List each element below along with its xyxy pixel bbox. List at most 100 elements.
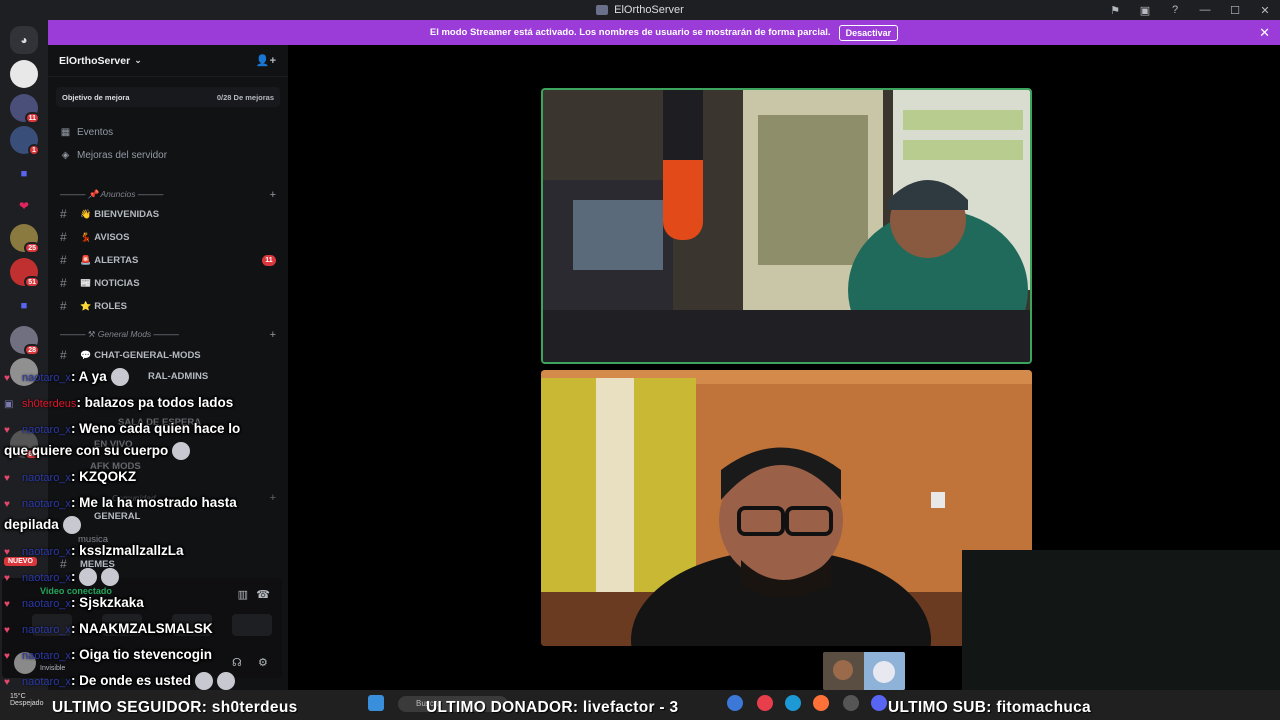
heart-icon: ♥ xyxy=(4,651,10,662)
folder-icon[interactable]: ■ xyxy=(10,160,38,188)
server-icon xyxy=(596,5,609,15)
channel-label: ROLES xyxy=(94,300,127,312)
category-anuncios[interactable]: ——— 📌 Anuncios ——— + xyxy=(60,189,276,201)
boost-goal[interactable]: Objetivo de mejora 0/28 De mejoras xyxy=(56,87,280,107)
invite-icon[interactable]: 👤+ xyxy=(256,54,276,67)
emote-icon xyxy=(101,568,120,587)
chat-username: naotaro_x xyxy=(22,676,71,688)
channel-label: BIENVENIDAS xyxy=(94,208,160,220)
maximize-button[interactable]: ☐ xyxy=(1220,0,1250,20)
channel-roles[interactable]: # ⭐ ROLES xyxy=(60,299,276,313)
chat-text: depilada xyxy=(4,517,59,532)
video-tile[interactable] xyxy=(541,370,1032,646)
channel-avisos[interactable]: # 💃 AVISOS xyxy=(60,230,276,244)
server-avatar[interactable]: 51 xyxy=(10,258,40,288)
channel-bienvenidas[interactable]: # 👋 BIENVENIDAS xyxy=(60,207,276,221)
chat-text: que quiere con su cuerpo xyxy=(4,443,169,458)
add-channel-icon[interactable]: + xyxy=(270,329,276,341)
self-view-thumbnail[interactable] xyxy=(823,652,905,690)
hash-icon: # xyxy=(60,207,67,221)
chat-text: : balazos pa todos lados xyxy=(76,395,234,410)
heart-icon: ♥ xyxy=(4,373,10,384)
chevron-down-icon: ⌄ xyxy=(134,55,142,65)
close-icon[interactable]: ✕ xyxy=(1259,25,1270,41)
server-avatar[interactable]: 1 xyxy=(10,126,40,156)
help-icon[interactable]: ? xyxy=(1160,0,1190,20)
channel-alertas[interactable]: # 🚨 ALERTAS 11 xyxy=(60,253,276,267)
discord-icon[interactable] xyxy=(871,695,887,711)
emote-icon xyxy=(194,672,213,691)
screen-icon[interactable]: ▣ xyxy=(1130,0,1160,20)
chat-username: sh0terdeus xyxy=(22,398,77,410)
firefox-icon[interactable] xyxy=(813,695,829,711)
server-header[interactable]: ElOrthoServer ⌄ 👤+ xyxy=(48,45,288,77)
category-general-mods[interactable]: ——— ⚒ General Mods ——— + xyxy=(60,329,276,341)
calendar-icon: ▦ xyxy=(60,127,71,138)
heart-icon[interactable]: ❤ xyxy=(10,192,38,220)
opera-icon[interactable] xyxy=(757,695,773,711)
chat-message: ♥ naotaro_x: Weno cada quien hace lo xyxy=(4,418,290,442)
obs-icon[interactable] xyxy=(843,695,859,711)
webcam-feed-2 xyxy=(541,370,1032,646)
windows-start-icon[interactable] xyxy=(368,695,384,711)
deactivate-button[interactable]: Desactivar xyxy=(838,24,899,41)
emote-icon xyxy=(79,568,98,587)
chat-text: : Weno cada quien hace lo xyxy=(70,421,241,436)
chat-message: ♥ naotaro_x: NAAKMZALSMALSK xyxy=(4,618,290,642)
channel-emoji: 💃 xyxy=(80,231,92,242)
add-channel-icon[interactable]: + xyxy=(270,189,276,201)
heart-icon: ♥ xyxy=(4,499,10,510)
hash-icon: # xyxy=(60,276,67,290)
unread-badge: 11 xyxy=(24,112,40,124)
chat-text: : KZQOKZ xyxy=(70,469,137,484)
channel-label: AVISOS xyxy=(94,231,130,243)
emote-icon xyxy=(110,368,129,387)
chat-message: ♥ naotaro_x: Me la ha mostrado hasta xyxy=(4,492,290,516)
channel-label: NOTICIAS xyxy=(94,277,140,289)
chat-message: ♥ naotaro_x: Oiga tio stevencogin xyxy=(4,644,290,668)
edge-icon[interactable] xyxy=(785,695,801,711)
twitch-icon: ▣ xyxy=(4,399,14,410)
nav-server-boosts[interactable]: ◈ Mejoras del servidor xyxy=(60,150,167,161)
hash-icon: # xyxy=(60,230,67,244)
chat-message: ♥ naotaro_x: xyxy=(4,566,290,590)
channel-emoji: 📰 xyxy=(80,277,92,288)
server-avatar[interactable]: 11 xyxy=(10,94,40,124)
channel-chat-general-mods[interactable]: # 💬 CHAT-GENERAL-MODS xyxy=(60,348,276,362)
server-avatar[interactable] xyxy=(10,60,38,88)
chat-username: naotaro_x xyxy=(22,650,71,662)
video-tile-speaking[interactable] xyxy=(541,88,1032,364)
streamer-mode-banner: El modo Streamer está activado. Los nomb… xyxy=(48,20,1280,45)
inbox-icon[interactable]: ⚑ xyxy=(1100,0,1130,20)
channel-emoji: ⭐ xyxy=(80,300,92,311)
weather-widget[interactable]: 15°C Despejado xyxy=(10,693,43,707)
chat-message: ♥ naotaro_x: ksslzmallzallzLa xyxy=(4,540,290,564)
heart-icon: ♥ xyxy=(4,599,10,610)
minimize-button[interactable]: — xyxy=(1190,0,1220,20)
channel-label: ALERTAS xyxy=(94,254,139,266)
title-bar: ElOrthoServer ⚑ ▣ ? — ☐ ✕ xyxy=(0,0,1280,20)
chat-message-continued: que quiere con su cuerpo xyxy=(4,440,290,462)
nav-events[interactable]: ▦ Eventos xyxy=(60,127,113,138)
unread-badge: 51 xyxy=(24,276,40,288)
server-avatar[interactable]: 25 xyxy=(10,224,40,254)
folder-icon[interactable]: ■ xyxy=(10,292,38,320)
heart-icon: ♥ xyxy=(4,473,10,484)
title-bar-controls: ⚑ ▣ ? — ☐ ✕ xyxy=(1100,0,1280,20)
chat-text: : De onde es usted xyxy=(70,673,191,688)
close-window-button[interactable]: ✕ xyxy=(1250,0,1280,20)
webcam-feed-1 xyxy=(543,90,1030,362)
unread-badge: 28 xyxy=(24,344,40,356)
chat-username: naotaro_x xyxy=(22,624,71,636)
channel-noticias[interactable]: # 📰 NOTICIAS xyxy=(60,276,276,290)
server-avatar[interactable]: 28 xyxy=(10,326,40,356)
chat-message: ▣ sh0terdeus: balazos pa todos lados xyxy=(4,392,290,416)
chrome-icon[interactable] xyxy=(727,695,743,711)
discord-home-icon[interactable]: ◕ xyxy=(10,26,38,54)
window-title: ElOrthoServer xyxy=(614,4,684,16)
channel-emoji: 🚨 xyxy=(80,254,92,265)
chat-text: : NAAKMZALSMALSK xyxy=(70,621,213,636)
chat-username: naotaro_x xyxy=(22,498,71,510)
boost-progress: 0/28 De mejoras xyxy=(216,92,274,102)
overlay-panel xyxy=(962,550,1280,690)
